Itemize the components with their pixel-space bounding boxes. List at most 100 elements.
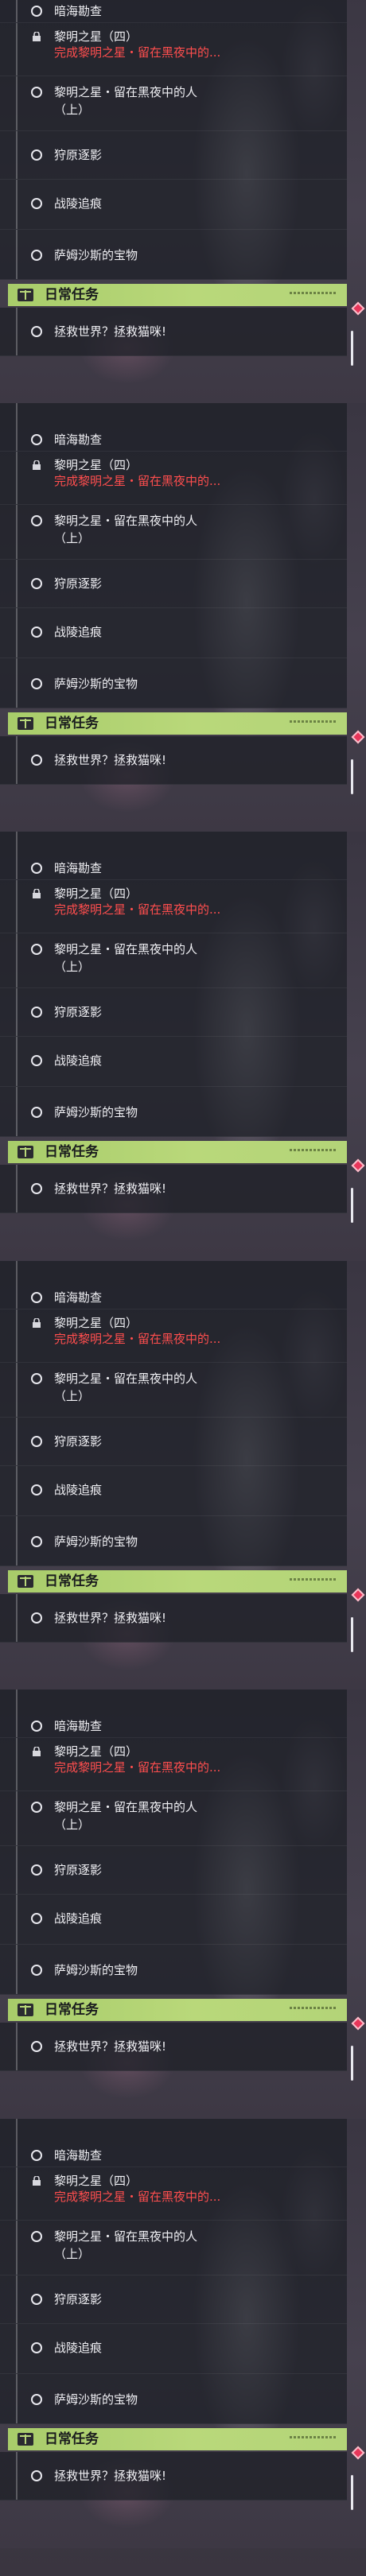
quest-list-item[interactable]: 狩原逐影 xyxy=(0,131,347,180)
quest-list-item[interactable]: 黎明之星・留在黑夜中的人 （上） xyxy=(0,505,347,560)
quest-list-item[interactable]: 暗海勘查 xyxy=(0,832,347,880)
quest-list-item[interactable]: 暗海勘查 xyxy=(0,0,347,23)
daily-header-title: 日常任务 xyxy=(45,287,99,303)
header-decoration xyxy=(290,1578,337,1581)
daily-quest-item[interactable]: 拯救世界？拯救猫咪! xyxy=(0,2452,347,2500)
daily-quest-item[interactable]: 拯救世界？拯救猫咪! xyxy=(0,1594,347,1643)
quest-panel: 暗海勘查 黎明之星（四） 完成黎明之星・留在黑夜中的... 黎明之星・留在黑夜中的人（… xyxy=(0,1261,366,1690)
daily-quest-item[interactable]: 拯救世界？拯救猫咪! xyxy=(0,1165,347,1213)
quest-list-item[interactable]: 黎明之星（四） 完成黎明之星・留在黑夜中的... xyxy=(0,1309,347,1363)
quest-list-item[interactable]: 萨姆沙斯的宝物 xyxy=(0,1516,347,1566)
quest-list-item[interactable]: 狩原逐影 xyxy=(0,988,347,1037)
quest-title: 狩原逐影 xyxy=(54,1005,103,1019)
quest-list-item[interactable]: 黎明之星・留在黑夜中的人 （上） xyxy=(0,2221,347,2275)
daily-quest-header[interactable]: 日常任务 xyxy=(8,1141,347,1163)
quest-title: 萨姆沙斯的宝物 xyxy=(54,1534,138,1549)
quest-list-item[interactable]: 暗海勘查 xyxy=(0,1261,347,1309)
quest-panel: 暗海勘查黎明之星（四） 完成黎明之星・留在黑夜中的... 黎明之星・留在黑夜中的人（… xyxy=(0,1690,366,2119)
quest-list-item[interactable]: 萨姆沙斯的宝物 xyxy=(0,658,347,708)
quest-list-item[interactable]: 萨姆沙斯的宝物 xyxy=(0,2374,347,2424)
quest-list-item[interactable]: 暗海勘查 xyxy=(0,1690,347,1738)
quest-list-item[interactable]: 战陵追痕 xyxy=(0,1895,347,1945)
quest-list-item[interactable]: 战陵追痕 xyxy=(0,608,347,658)
circle-icon xyxy=(31,1436,42,1447)
circle-icon xyxy=(31,2041,42,2052)
scrollbar[interactable] xyxy=(351,1188,353,1223)
quest-list-item[interactable]: 黎明之星・留在黑夜中的人 （上） xyxy=(0,933,347,988)
quest-list-item[interactable]: 萨姆沙斯的宝物 xyxy=(0,1087,347,1137)
quest-list-item[interactable]: 黎明之星・留在黑夜中的人 （上） xyxy=(0,76,347,131)
quest-title: 暗海勘查 xyxy=(54,1719,103,1733)
quest-list-item[interactable]: 暗海勘查 xyxy=(0,403,347,452)
quest-list-item[interactable]: 萨姆沙斯的宝物 xyxy=(0,230,347,280)
list-rail xyxy=(16,2452,18,2500)
daily-quest-title: 拯救世界？拯救猫咪! xyxy=(54,1181,167,1196)
quest-list-item[interactable]: 黎明之星（四） 完成黎明之星・留在黑夜中的... xyxy=(0,452,347,505)
quest-list-item[interactable]: 战陵追痕 xyxy=(0,1466,347,1516)
circle-icon xyxy=(31,2394,42,2405)
scrollbar[interactable] xyxy=(351,759,353,794)
list-rail xyxy=(16,308,18,355)
quest-title: 黎明之星（四） xyxy=(54,2174,138,2188)
list-rail xyxy=(16,2221,18,2275)
daily-quest-item[interactable]: 拯救世界？拯救猫咪! xyxy=(0,308,347,356)
list-rail xyxy=(16,2275,18,2323)
quest-list-item[interactable]: 暗海勘查 xyxy=(0,2119,347,2167)
list-rail xyxy=(16,1594,18,1642)
quest-list-item[interactable]: 狩原逐影 xyxy=(0,560,347,608)
quest-list-item[interactable]: 黎明之星・留在黑夜中的人 （上） xyxy=(0,1791,347,1846)
quest-list-item[interactable]: 战陵追痕 xyxy=(0,2324,347,2374)
quest-list-item[interactable]: 战陵追痕 xyxy=(0,180,347,230)
quest-title: 战陵追痕 xyxy=(54,1483,103,1497)
list-rail xyxy=(16,230,18,279)
daily-quest-item[interactable]: 拯救世界？拯救猫咪! xyxy=(0,736,347,785)
quest-list-item[interactable]: 狩原逐影 xyxy=(0,1418,347,1466)
quest-title: 萨姆沙斯的宝物 xyxy=(54,248,138,262)
quest-list-item[interactable]: 萨姆沙斯的宝物 xyxy=(0,1945,347,1995)
daily-quest-header[interactable]: 日常任务 xyxy=(8,1999,347,2021)
header-decoration xyxy=(290,2007,337,2009)
quest-list-item[interactable]: 狩原逐影 xyxy=(0,2275,347,2324)
quest-list-item[interactable]: 黎明之星（四） 完成黎明之星・留在黑夜中的... xyxy=(0,880,347,933)
list-rail xyxy=(16,1895,18,1944)
quest-panel: 暗海勘查黎明之星（四） 完成黎明之星・留在黑夜中的... 黎明之星・留在黑夜中的人（… xyxy=(0,2119,366,2548)
daily-quest-item[interactable]: 拯救世界？拯救猫咪! xyxy=(0,2023,347,2071)
list-rail xyxy=(16,1690,18,1737)
circle-icon xyxy=(31,1183,42,1194)
list-rail xyxy=(16,880,18,933)
circle-icon xyxy=(31,1721,42,1732)
circle-icon xyxy=(31,198,42,209)
scrollbar[interactable] xyxy=(351,331,353,366)
daily-header-title: 日常任务 xyxy=(45,2431,99,2447)
lock-icon xyxy=(33,1318,41,1328)
daily-quest-header[interactable]: 日常任务 xyxy=(8,712,347,735)
daily-quest-title: 拯救世界？拯救猫咪! xyxy=(54,324,167,339)
daily-quest-header[interactable]: 日常任务 xyxy=(8,2428,347,2450)
quest-title: 暗海勘查 xyxy=(54,2148,103,2163)
scrollbar[interactable] xyxy=(351,2475,353,2510)
quest-title: 暗海勘查 xyxy=(54,861,103,875)
circle-icon xyxy=(31,434,42,445)
scrollbar[interactable] xyxy=(351,1617,353,1652)
scrollbar[interactable] xyxy=(351,2046,353,2081)
list-rail xyxy=(16,1738,18,1790)
quest-title: 黎明之星・留在黑夜中的人 xyxy=(54,1371,198,1386)
daily-header-title: 日常任务 xyxy=(45,2002,99,2018)
book-icon xyxy=(18,2433,33,2446)
quest-list-item[interactable]: 黎明之星・留在黑夜中的人 （上） xyxy=(0,1363,347,1418)
quest-panel: 暗海勘查 黎明之星（四） 完成黎明之星・留在黑夜中的... 黎明之星・留在黑夜中的人（… xyxy=(0,403,366,832)
circle-icon xyxy=(31,87,42,98)
circle-icon xyxy=(31,1484,42,1496)
quest-list-item[interactable]: 狩原逐影 xyxy=(0,1846,347,1895)
quest-list-item[interactable]: 黎明之星（四） 完成黎明之星・留在黑夜中的... xyxy=(0,2167,347,2221)
quest-list-item[interactable]: 战陵追痕 xyxy=(0,1037,347,1087)
circle-icon xyxy=(31,2342,42,2353)
quest-list-item[interactable]: 黎明之星（四） 完成黎明之星・留在黑夜中的... xyxy=(0,1738,347,1791)
quest-title: 黎明之星（四） xyxy=(54,886,138,901)
daily-quest-header[interactable]: 日常任务 xyxy=(8,284,347,306)
daily-quest-header[interactable]: 日常任务 xyxy=(8,1570,347,1593)
list-rail xyxy=(16,505,18,559)
quest-title: 黎明之星・留在黑夜中的人 xyxy=(54,942,198,956)
quest-list-item[interactable]: 黎明之星（四） 完成黎明之星・留在黑夜中的... xyxy=(0,23,347,76)
book-icon xyxy=(18,1146,33,1158)
